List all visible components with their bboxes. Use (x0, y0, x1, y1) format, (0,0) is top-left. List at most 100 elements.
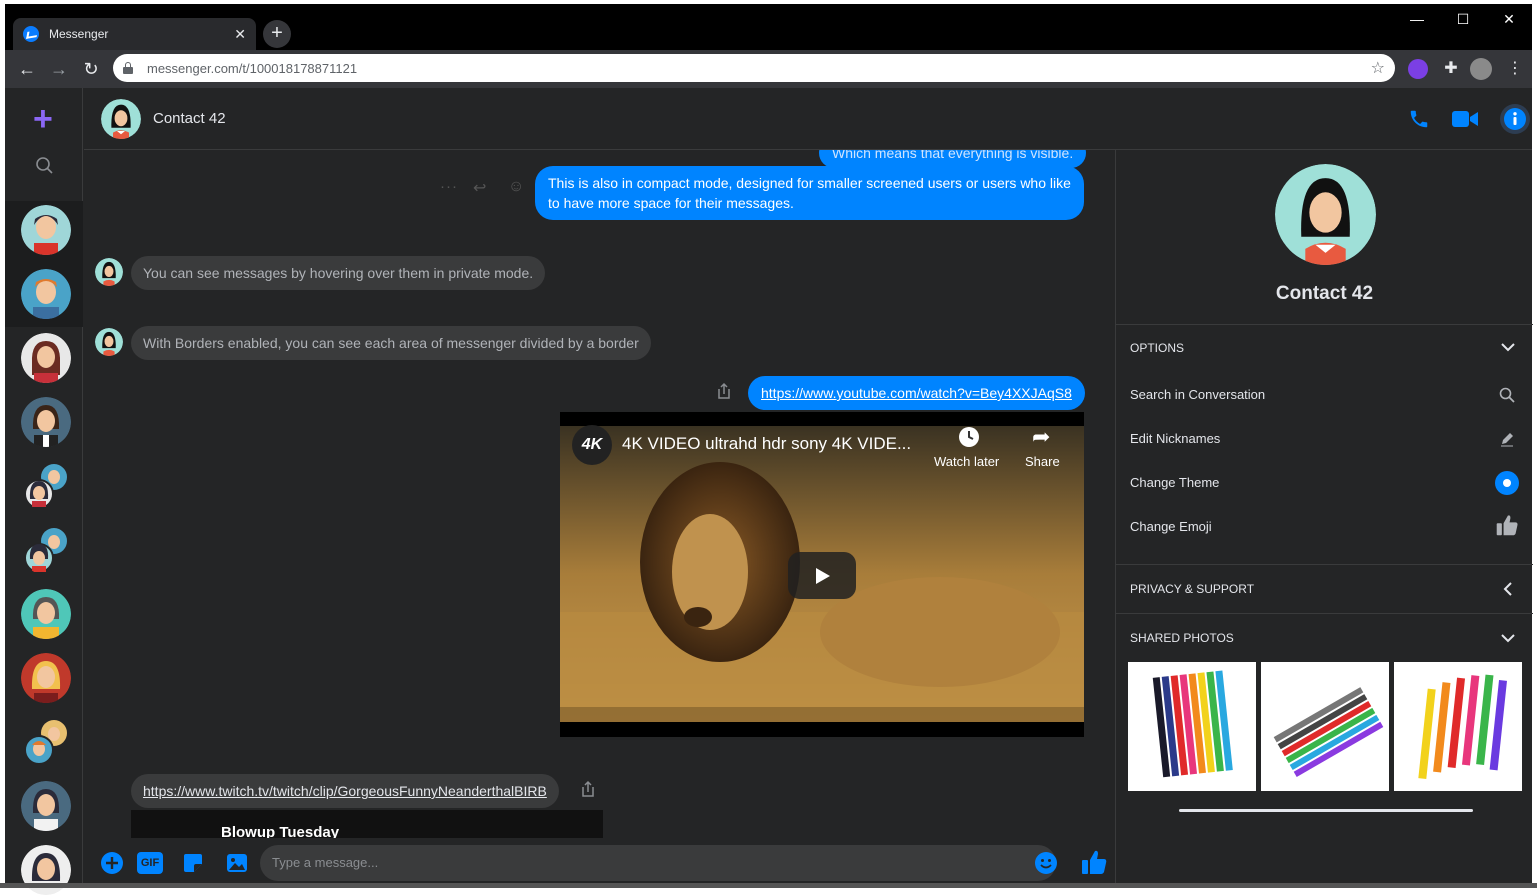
chevron-left-icon (1503, 582, 1512, 596)
browser-window: Messenger ✕ + — ☐ ✕ ← → ↻ messenger.com/… (5, 4, 1533, 895)
channel-logo[interactable]: 4K (572, 425, 612, 465)
play-icon (816, 568, 830, 584)
desktop-strip (0, 883, 1537, 888)
chevron-down-icon (1501, 343, 1515, 352)
group-conversation-avatar[interactable] (21, 717, 71, 767)
gif-button[interactable]: GIF (137, 852, 163, 874)
conversation-header: Contact 42 (84, 88, 1532, 150)
new-tab-button[interactable]: + (263, 20, 291, 48)
outgoing-message[interactable]: This is also in compact mode, designed f… (535, 166, 1084, 220)
options-label: OPTIONS (1130, 341, 1185, 355)
contact-profile-avatar (1275, 164, 1376, 265)
shared-photo[interactable] (1394, 662, 1522, 791)
message-list[interactable]: Which means that everything is visible. … (84, 150, 1115, 838)
share-arrow-icon[interactable]: ➦ (1032, 424, 1050, 450)
incoming-message[interactable]: With Borders enabled, you can see each a… (131, 326, 651, 360)
conversation-avatar[interactable] (21, 397, 71, 447)
watch-later-label[interactable]: Watch later (934, 454, 999, 469)
search-icon (1499, 387, 1515, 403)
shared-photo[interactable] (1128, 662, 1256, 791)
share-label[interactable]: Share (1025, 454, 1060, 469)
share-icon[interactable] (716, 382, 732, 400)
photo-icon[interactable] (225, 851, 249, 875)
change-theme-item[interactable]: Change Theme (1130, 471, 1519, 495)
phone-call-icon[interactable] (1408, 108, 1430, 130)
info-icon (1504, 108, 1526, 130)
title-bar: Messenger ✕ + — ☐ ✕ (5, 4, 1532, 50)
conversation-avatar[interactable] (21, 781, 71, 831)
bookmark-star-icon[interactable]: ☆ (1371, 58, 1385, 78)
more-options-icon[interactable]: ··· (440, 178, 458, 195)
emoji-icon[interactable] (1035, 852, 1057, 874)
close-window-button[interactable]: ✕ (1486, 4, 1532, 34)
search-in-conversation-label: Search in Conversation (1130, 387, 1266, 402)
conversation-info-panel: Contact 42 OPTIONS Search in Conversatio… (1115, 150, 1533, 888)
search-icon[interactable] (29, 150, 59, 180)
shared-photo[interactable] (1261, 662, 1389, 791)
react-emoji-icon[interactable]: ☺ (508, 178, 524, 196)
conversation-info-button[interactable] (1500, 104, 1530, 134)
message-input[interactable]: Type a message... (260, 845, 1056, 881)
reload-icon[interactable]: ↻ (78, 56, 104, 82)
privacy-support-label: PRIVACY & SUPPORT (1130, 582, 1255, 596)
sender-avatar (95, 328, 123, 356)
sender-avatar (95, 258, 123, 286)
address-bar[interactable]: messenger.com/t/100018178871121 ☆ (113, 54, 1395, 82)
sticker-icon[interactable] (181, 851, 205, 875)
extensions-puzzle-icon[interactable]: ✚ (1438, 56, 1464, 82)
messenger-favicon-icon (23, 26, 39, 42)
pencil-icon (1501, 433, 1513, 447)
composer-bar: GIF Type a message... (84, 838, 1115, 888)
chevron-down-icon (1501, 634, 1515, 643)
thumbs-up-icon[interactable] (1080, 848, 1108, 876)
shared-photos-label: SHARED PHOTOS (1130, 631, 1234, 645)
conversation-rail: + (5, 88, 83, 895)
share-icon[interactable] (580, 780, 596, 798)
twitch-embed[interactable]: Blowup Tuesday (131, 810, 603, 838)
maximize-button[interactable]: ☐ (1440, 4, 1486, 34)
messenger-extension-icon[interactable] (1408, 59, 1428, 79)
youtube-embed[interactable]: 4K 4K VIDEO ultrahd hdr sony 4K VIDE... … (560, 412, 1084, 737)
edit-nicknames-item[interactable]: Edit Nicknames (1130, 431, 1519, 447)
lock-icon (123, 62, 133, 74)
forward-arrow-icon[interactable]: → (46, 56, 72, 82)
add-plus-icon[interactable] (100, 851, 124, 875)
contact-avatar[interactable] (101, 99, 141, 139)
group-conversation-avatar[interactable] (21, 525, 71, 575)
contact-name[interactable]: Contact 42 (153, 110, 226, 127)
conversation-avatar[interactable] (21, 333, 71, 383)
conversation-avatar[interactable] (21, 589, 71, 639)
change-theme-label: Change Theme (1130, 475, 1220, 490)
profile-avatar[interactable] (1470, 58, 1492, 80)
conversation-avatar[interactable] (21, 205, 71, 255)
menu-dots-icon[interactable]: ⋮ (1502, 56, 1528, 82)
contact-profile-name: Contact 42 (1275, 283, 1374, 304)
edit-nicknames-label: Edit Nicknames (1130, 431, 1221, 446)
browser-tab[interactable]: Messenger ✕ (13, 18, 256, 50)
conversation-avatar[interactable] (21, 269, 71, 319)
shared-photos-section-header[interactable]: SHARED PHOTOS (1116, 613, 1533, 663)
thumbs-up-icon (1496, 515, 1518, 536)
scroll-indicator[interactable] (1179, 809, 1473, 812)
reply-arrow-icon[interactable]: ↩ (473, 178, 486, 198)
video-call-icon[interactable] (1452, 110, 1478, 128)
back-arrow-icon[interactable]: ← (14, 56, 40, 82)
tab-close-icon[interactable]: ✕ (234, 26, 246, 43)
search-in-conversation-item[interactable]: Search in Conversation (1130, 387, 1519, 403)
incoming-link-message[interactable]: https://www.twitch.tv/twitch/clip/Gorgeo… (131, 774, 559, 808)
theme-circle-icon (1495, 471, 1519, 495)
video-title[interactable]: 4K VIDEO ultrahd hdr sony 4K VIDE... (622, 434, 911, 454)
outgoing-link-message[interactable]: https://www.youtube.com/watch?v=Bey4XXJA… (748, 376, 1085, 410)
options-section-header[interactable]: OPTIONS (1116, 324, 1533, 374)
new-message-plus-icon[interactable]: + (33, 102, 53, 136)
incoming-message[interactable]: You can see messages by hovering over th… (131, 256, 546, 290)
privacy-support-section-header[interactable]: PRIVACY & SUPPORT (1116, 564, 1533, 614)
clock-icon[interactable] (958, 426, 984, 452)
messenger-app: + Contact 42 Which means that everything… (5, 88, 1533, 895)
change-emoji-item[interactable]: Change Emoji (1130, 515, 1519, 536)
group-conversation-avatar[interactable] (21, 461, 71, 511)
play-button[interactable] (788, 552, 856, 599)
conversation-avatar[interactable] (21, 653, 71, 703)
browser-toolbar: ← → ↻ messenger.com/t/100018178871121 ☆ … (5, 50, 1532, 88)
minimize-button[interactable]: — (1394, 4, 1440, 34)
